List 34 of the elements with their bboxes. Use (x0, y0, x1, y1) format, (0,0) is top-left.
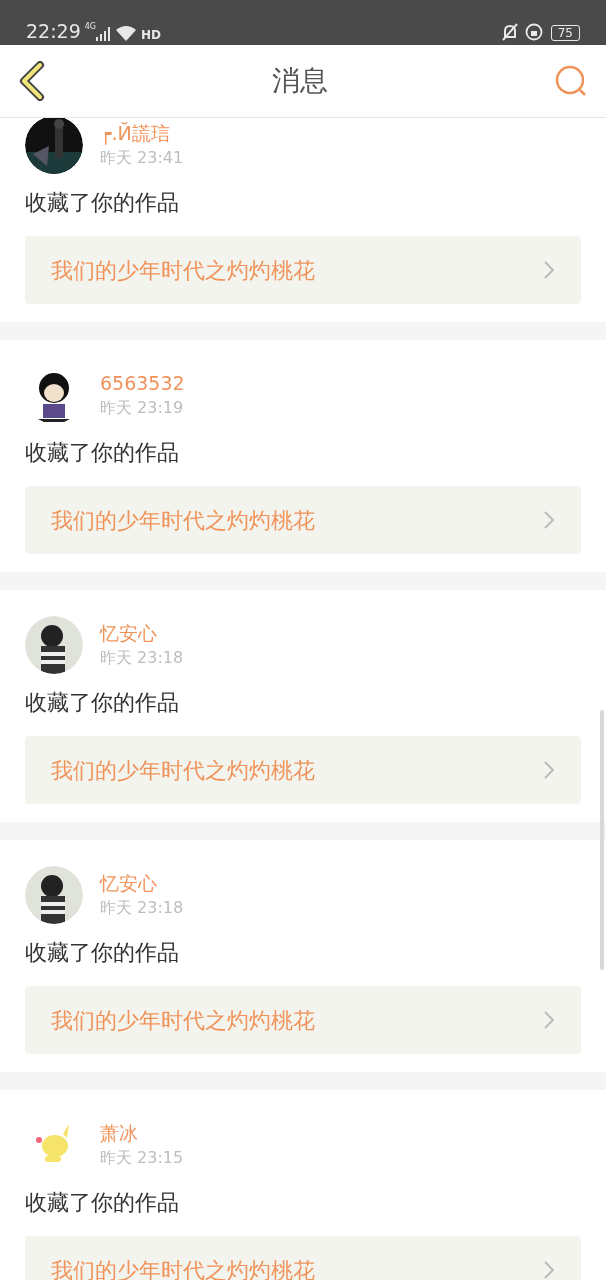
message-text: 收藏了你的作品 (25, 439, 180, 467)
work-link[interactable]: 我们的少年时代之灼灼桃花 (25, 236, 581, 304)
user-name[interactable]: 萧冰 (100, 1120, 184, 1146)
user-name[interactable]: ┍.Й謊琂 (100, 120, 184, 146)
chevron-right-icon (543, 1260, 555, 1280)
chevron-right-icon (543, 760, 555, 780)
mute-bell-icon (500, 23, 519, 41)
work-link[interactable]: 我们的少年时代之灼灼桃花 (25, 986, 581, 1054)
message-time: 昨天 23:15 (100, 1147, 184, 1169)
network-label: 4G (84, 23, 97, 31)
signal-icon (96, 27, 111, 41)
message-time: 昨天 23:41 (100, 147, 184, 169)
page-title: 消息 (272, 63, 328, 99)
message-time: 昨天 23:19 (100, 397, 185, 419)
message-time: 昨天 23:18 (100, 647, 184, 669)
message-text: 收藏了你的作品 (25, 939, 180, 967)
user-name[interactable]: 忆安心 (100, 620, 184, 646)
message-time: 昨天 23:18 (100, 897, 184, 919)
battery-indicator: 75 (550, 25, 580, 41)
message-text: 收藏了你的作品 (25, 689, 180, 717)
user-name[interactable]: 忆安心 (100, 870, 184, 896)
lock-rotation-icon (524, 23, 543, 41)
wifi-icon (116, 25, 137, 41)
chevron-right-icon (543, 260, 555, 280)
message-text: 收藏了你的作品 (25, 189, 180, 217)
chevron-right-icon (543, 1010, 555, 1030)
user-name[interactable]: 6563532 (100, 370, 185, 396)
work-link[interactable]: 我们的少年时代之灼灼桃花 (25, 486, 581, 554)
clock-time: 22:29 (26, 22, 81, 41)
chevron-right-icon (543, 510, 555, 530)
work-link[interactable]: 我们的少年时代之灼灼桃花 (25, 736, 581, 804)
hd-label: HD (141, 29, 162, 41)
message-text: 收藏了你的作品 (25, 1189, 180, 1217)
back-icon[interactable] (18, 61, 46, 101)
